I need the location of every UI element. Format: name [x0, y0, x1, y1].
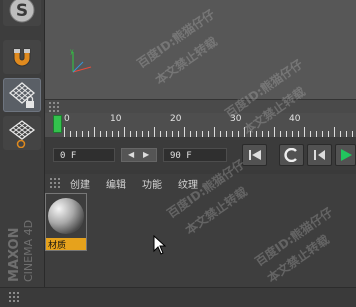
ruler-tick	[160, 131, 161, 137]
ruler-tick	[136, 131, 137, 137]
frame-range-slider[interactable]: ◀ ▶	[121, 148, 157, 162]
ruler-tick	[214, 127, 215, 137]
current-frame-field[interactable]: 0 F	[53, 148, 115, 162]
menu-create[interactable]: 创建	[70, 176, 90, 191]
ruler-tick	[256, 131, 257, 137]
loop-icon	[283, 148, 297, 162]
material-thumbnail[interactable]: 材质	[45, 193, 87, 251]
ruler-tick	[232, 131, 233, 137]
ruler-tick	[82, 131, 83, 137]
timeline-ruler[interactable]: 0 10 20 30 40	[45, 113, 356, 137]
ruler-tick	[280, 131, 281, 137]
ruler-tick	[112, 131, 113, 137]
step-back-button[interactable]	[307, 144, 332, 166]
ruler-tick	[334, 127, 335, 137]
ruler-tick	[262, 131, 263, 137]
loop-button[interactable]	[279, 144, 304, 166]
ruler-tick	[244, 127, 245, 137]
ruler-tick	[130, 131, 131, 137]
svg-text:S: S	[16, 1, 28, 21]
ruler-tick	[202, 131, 203, 137]
status-grip-icon[interactable]	[8, 291, 20, 303]
go-to-start-icon	[248, 150, 261, 160]
viewport-footer	[45, 99, 356, 113]
menu-texture[interactable]: 纹理	[178, 176, 198, 191]
ruler-tick	[70, 131, 71, 137]
ruler-tick	[196, 131, 197, 137]
ruler-tick	[238, 131, 239, 137]
end-frame-field[interactable]: 90 F	[163, 148, 227, 162]
menu-edit[interactable]: 编辑	[106, 176, 126, 191]
ruler-tick	[292, 131, 293, 137]
ruler-tick	[190, 131, 191, 137]
ruler-tick	[118, 131, 119, 137]
mouse-cursor-icon	[153, 235, 167, 255]
ruler-tick	[88, 131, 89, 137]
material-label-bar: 材质	[46, 238, 86, 251]
step-back-icon	[313, 150, 325, 160]
ruler-tick	[184, 127, 185, 137]
ruler-tick	[286, 131, 287, 137]
resize-grip-icon[interactable]	[48, 101, 60, 113]
magnet-icon	[13, 48, 31, 67]
status-bar	[0, 287, 356, 307]
playback-controls: 0 F ◀ ▶ 90 F	[45, 138, 356, 170]
magnet-tool-button[interactable]	[3, 40, 41, 74]
ruler-tick	[310, 131, 311, 137]
brand-cinema4d: CINEMA 4D	[22, 220, 35, 282]
svg-text:y: y	[70, 48, 74, 55]
ruler-ticks	[45, 113, 356, 137]
ruler-tick	[172, 131, 173, 137]
ruler-tick	[304, 127, 305, 137]
locked-workplane-tool-button[interactable]	[3, 78, 41, 112]
ruler-tick	[208, 131, 209, 137]
play-button[interactable]	[335, 144, 356, 166]
ruler-tick	[148, 131, 149, 137]
perspective-viewport[interactable]: y	[45, 0, 356, 112]
ruler-tick	[220, 131, 221, 137]
ruler-tick	[250, 131, 251, 137]
play-icon	[340, 149, 352, 161]
ruler-tick	[142, 131, 143, 137]
brand-logo: MAXON CINEMA 4D	[3, 196, 43, 284]
ruler-tick	[94, 127, 95, 137]
snap-tool-button[interactable]: S	[3, 0, 41, 26]
ruler-tick	[328, 131, 329, 137]
grid-icon	[8, 120, 36, 148]
material-name: 材质	[48, 241, 67, 251]
panel-grip-icon[interactable]	[49, 177, 61, 189]
ruler-tick	[346, 131, 347, 137]
ruler-tick	[100, 131, 101, 137]
ruler-tick	[178, 131, 179, 137]
left-toolbar: S MAXON CINEMA 4D	[0, 0, 45, 306]
ruler-tick	[76, 131, 77, 137]
ruler-tick	[298, 131, 299, 137]
material-sphere-preview	[46, 194, 86, 238]
go-to-start-button[interactable]	[242, 144, 267, 166]
s-icon: S	[9, 0, 35, 23]
ruler-tick	[64, 127, 65, 137]
grid-lock-icon	[8, 82, 36, 108]
ruler-tick	[226, 131, 227, 137]
ruler-tick	[106, 131, 107, 137]
range-left-arrow-icon: ◀	[128, 150, 135, 159]
ruler-tick	[124, 127, 125, 137]
range-right-arrow-icon: ▶	[143, 150, 150, 159]
ruler-tick	[322, 131, 323, 137]
workplane-tool-button[interactable]	[3, 116, 41, 150]
ruler-tick	[268, 131, 269, 137]
material-list[interactable]: 材质	[45, 191, 356, 287]
ruler-tick	[340, 131, 341, 137]
ruler-tick	[166, 131, 167, 137]
brand-maxon: MAXON	[7, 228, 22, 283]
world-axis-icon: y	[70, 48, 92, 73]
ruler-tick	[154, 127, 155, 137]
material-manager-menubar: 创建 编辑 功能 纹理	[45, 174, 356, 191]
menu-function[interactable]: 功能	[142, 176, 162, 191]
ruler-tick	[352, 131, 353, 137]
ruler-tick	[274, 127, 275, 137]
ruler-tick	[316, 131, 317, 137]
